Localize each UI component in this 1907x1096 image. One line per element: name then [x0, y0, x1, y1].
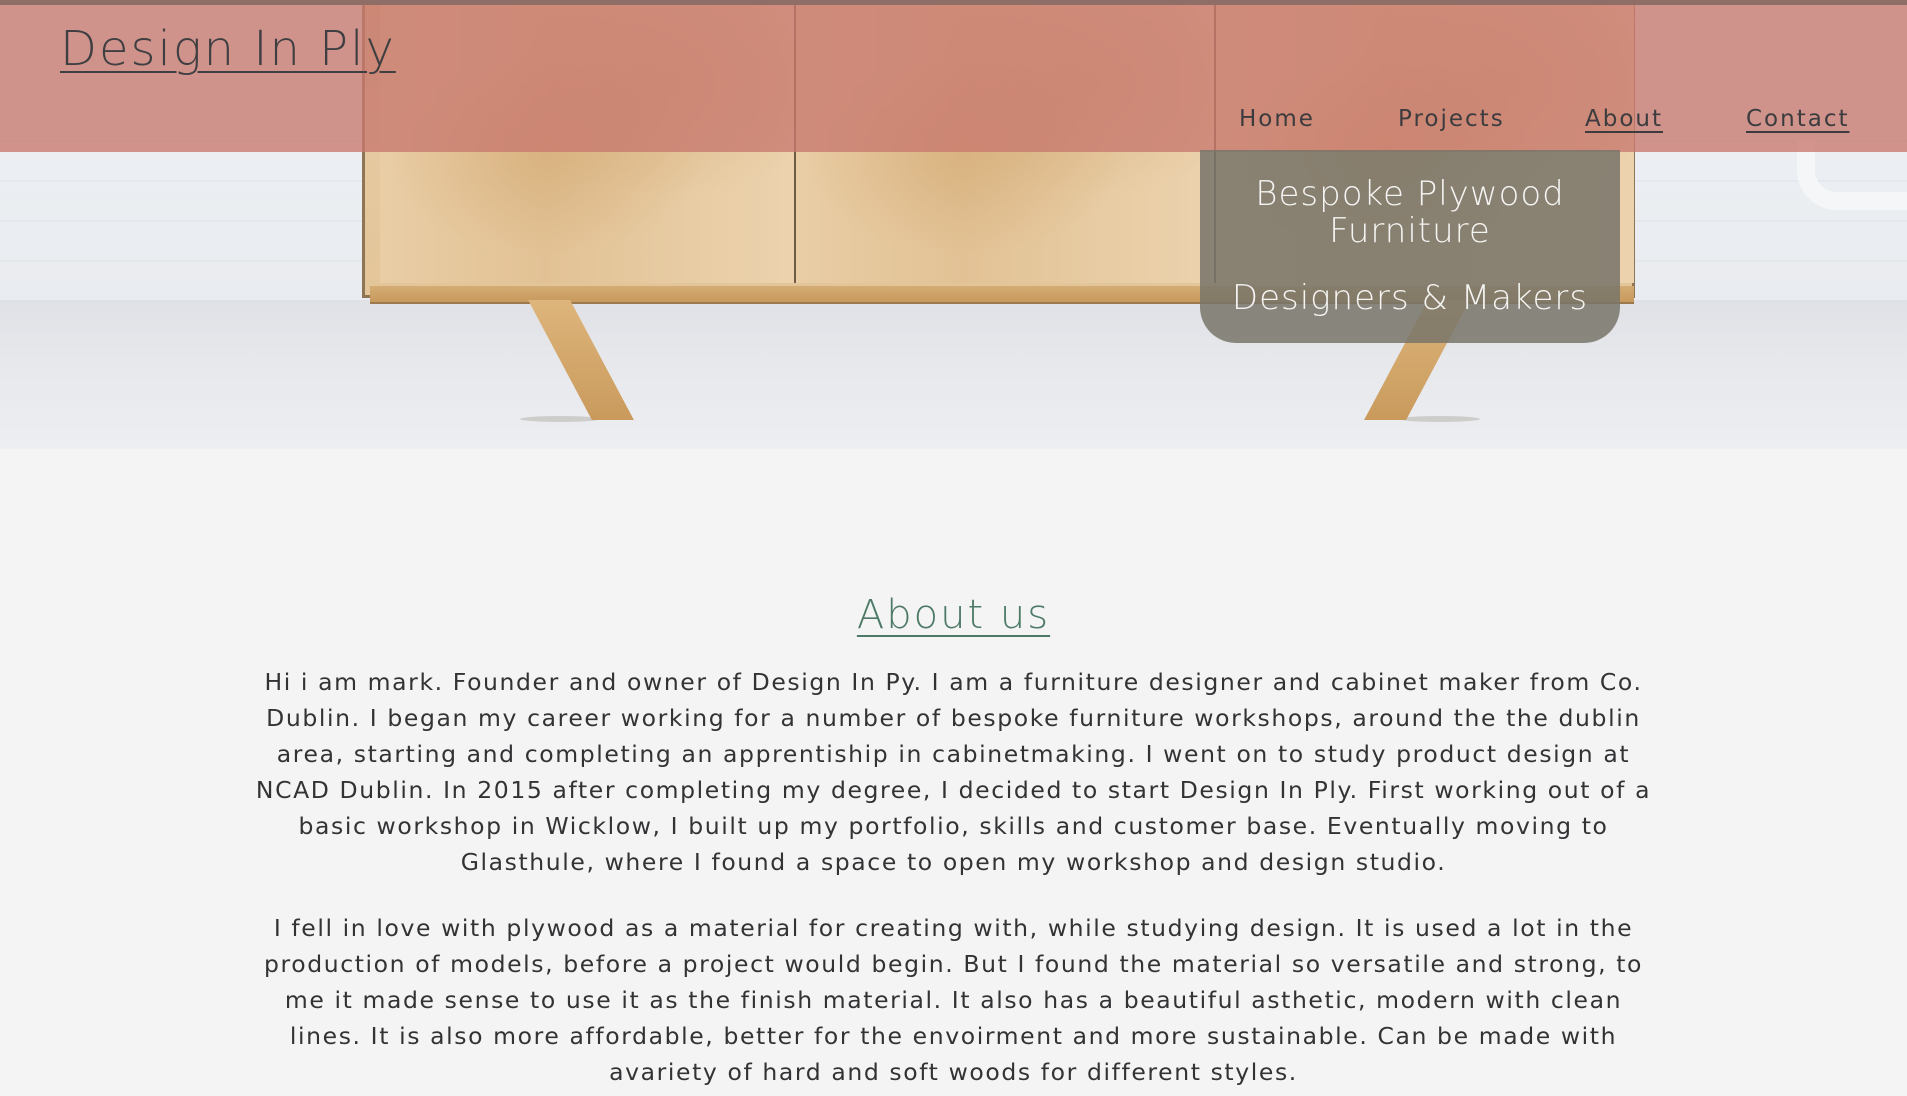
hero-floor: [0, 300, 1907, 449]
nav-home[interactable]: Home: [1239, 106, 1315, 136]
site-logo-link[interactable]: Design In Ply: [60, 21, 396, 77]
about-heading-text: About us: [856, 592, 1051, 638]
nav-contact[interactable]: Contact: [1746, 106, 1849, 136]
page: Design In Ply Home Projects About Contac…: [0, 0, 1907, 1096]
tagline-primary: Bespoke Plywood Furniture: [1255, 174, 1565, 251]
leg-shadow: [1400, 416, 1480, 422]
about-heading: About us: [0, 592, 1907, 638]
about-paragraph-2: I fell in love with plywood as a materia…: [263, 914, 1644, 1086]
nav-projects[interactable]: Projects: [1398, 106, 1505, 136]
nav-about[interactable]: About: [1585, 106, 1663, 136]
tagline-secondary: Designers & Makers: [1231, 278, 1589, 318]
leg-shadow: [520, 416, 600, 422]
tagline-card: Bespoke Plywood Furniture Designers & Ma…: [1200, 150, 1620, 343]
about-paragraph-1: Hi i am mark. Founder and owner of Desig…: [255, 668, 1652, 876]
